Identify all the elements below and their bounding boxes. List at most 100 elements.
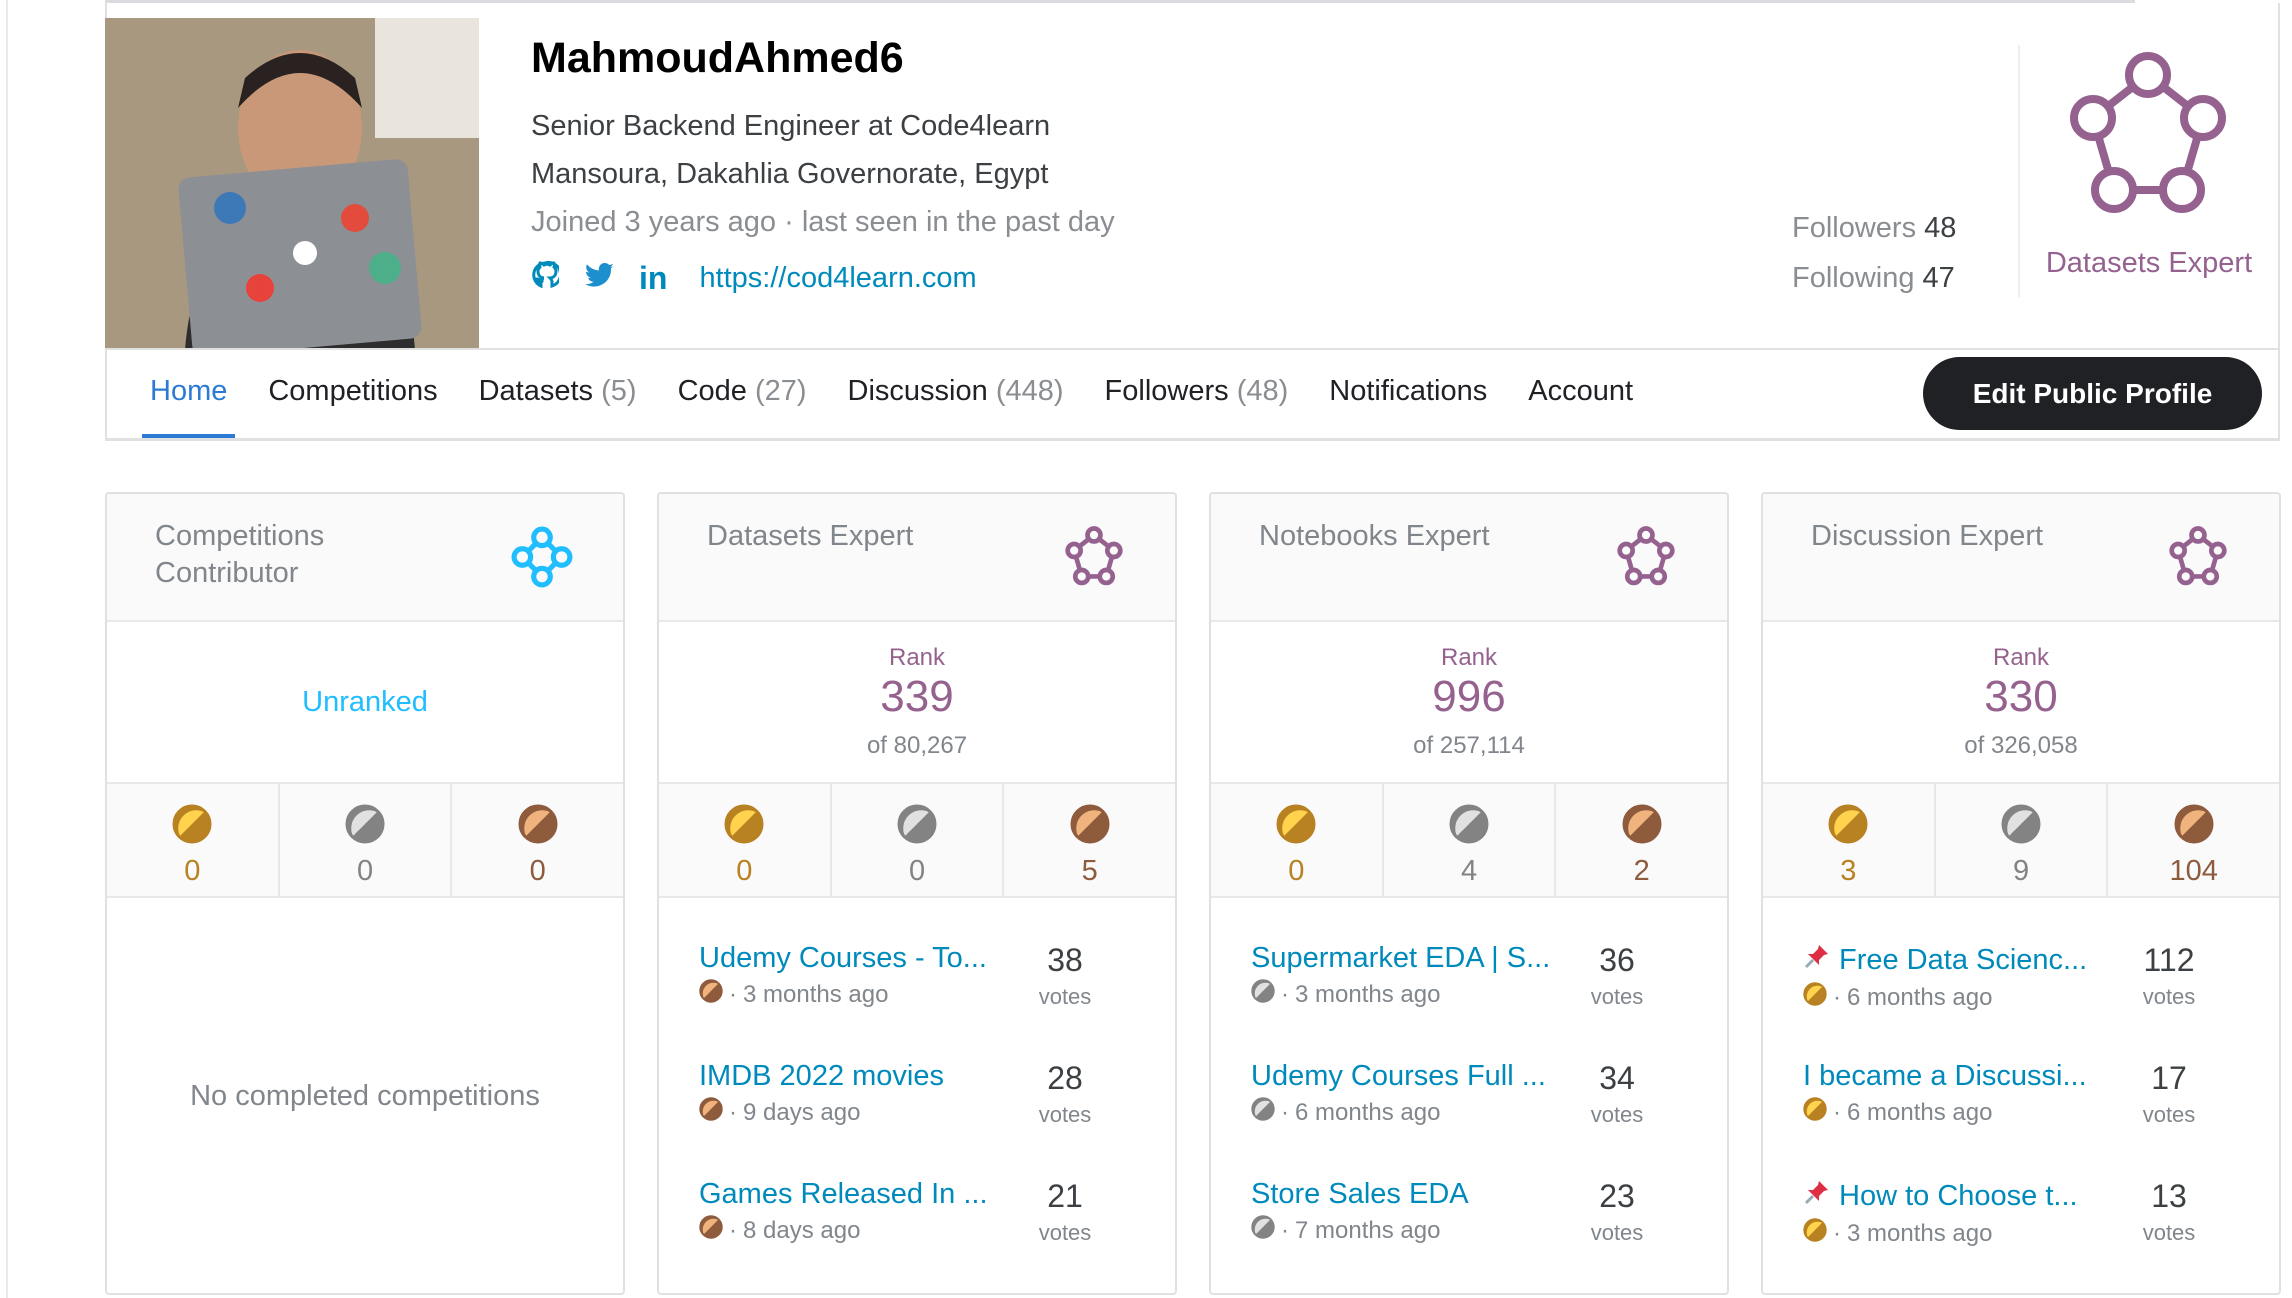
medal-counts: 3 9 104 xyxy=(1763,784,2279,898)
votes-label: votes xyxy=(1038,1220,1092,1245)
twitter-icon[interactable] xyxy=(585,262,615,294)
gold-medal-icon xyxy=(1828,804,1868,848)
gold-medals[interactable]: 0 xyxy=(659,784,832,896)
expert-tier-icon xyxy=(1063,526,1125,593)
following-count: 47 xyxy=(1922,262,1955,294)
website-link[interactable]: https://cod4learn.com xyxy=(699,262,976,295)
list-item: Free Data Scienc... · 6 months ago 112 vo… xyxy=(1803,942,2249,1012)
social-links: in https://cod4learn.com xyxy=(531,260,977,297)
item-separator: · xyxy=(729,1216,737,1244)
pin-icon xyxy=(1803,942,1831,978)
tab-label: Code xyxy=(677,375,747,407)
contributor-tier-icon xyxy=(511,526,573,593)
card-title[interactable]: Discussion Expert xyxy=(1811,518,2071,555)
item-separator: · xyxy=(1281,980,1289,1008)
item-title-link[interactable]: Games Released In ... xyxy=(699,1178,988,1211)
item-separator: · xyxy=(729,1098,737,1126)
gold-medal-count: 0 xyxy=(1288,855,1305,887)
page-edge-divider xyxy=(6,0,8,1298)
silver-medal-count: 9 xyxy=(2012,855,2030,887)
edit-public-profile-button[interactable]: Edit Public Profile xyxy=(1923,357,2262,430)
silver-medals[interactable]: 4 xyxy=(1384,784,1557,896)
votes-label: votes xyxy=(1038,984,1092,1009)
following-stat[interactable]: Following 47 xyxy=(1792,262,1955,295)
rank-section: Rank 996 of 257,114 xyxy=(1211,622,1727,784)
top-items-list: Udemy Courses - To... · 3 months ago 38 v… xyxy=(659,898,1175,1293)
item-title-link[interactable]: Supermarket EDA | S... xyxy=(1251,942,1550,975)
tab-label: Followers xyxy=(1104,375,1229,407)
profile-username: MahmoudAhmed6 xyxy=(531,34,904,82)
tab-label: Account xyxy=(1528,375,1634,407)
item-title-link[interactable]: Store Sales EDA xyxy=(1251,1178,1469,1211)
card-title[interactable]: Competitions Contributor xyxy=(155,518,415,592)
item-time: 6 months ago xyxy=(1847,983,1993,1011)
list-item: Games Released In ... · 8 days ago 21 vot… xyxy=(699,1178,1145,1248)
tab-followers[interactable]: Followers (48) xyxy=(1105,375,1289,408)
expert-tier-icon xyxy=(1615,526,1677,593)
silver-medal-count: 0 xyxy=(356,855,374,887)
silver-medal-icon xyxy=(1251,1097,1275,1128)
rank-value: 996 xyxy=(1432,672,1506,721)
silver-medal-icon xyxy=(1251,1215,1275,1246)
gold-medal-icon xyxy=(1803,1218,1827,1249)
tab-label: Notifications xyxy=(1329,375,1488,407)
gold-medals[interactable]: 0 xyxy=(1211,784,1384,896)
item-title-link[interactable]: I became a Discussi... xyxy=(1803,1060,2087,1093)
bronze-medal-icon xyxy=(699,1097,723,1128)
medal-counts: 0 4 2 xyxy=(1211,784,1727,898)
bronze-medals[interactable]: 2 xyxy=(1556,784,1727,896)
tab-datasets[interactable]: Datasets (5) xyxy=(479,375,637,408)
gold-medal-count: 0 xyxy=(736,855,753,887)
gold-medals[interactable]: 3 xyxy=(1763,784,1936,896)
item-title-link[interactable]: How to Choose t... xyxy=(1839,1180,2078,1213)
card-title[interactable]: Notebooks Expert xyxy=(1259,518,1519,555)
linkedin-icon[interactable]: in xyxy=(639,260,667,297)
item-time: 7 months ago xyxy=(1295,1216,1441,1244)
list-item: I became a Discussi... · 6 months ago 17 … xyxy=(1803,1060,2249,1130)
silver-medals[interactable]: 0 xyxy=(280,784,453,896)
silver-medals[interactable]: 9 xyxy=(1936,784,2109,896)
tab-competitions[interactable]: Competitions xyxy=(268,375,437,408)
tab-home[interactable]: Home xyxy=(141,375,236,438)
vote-count: 23 xyxy=(1599,1178,1635,1214)
tier-card-notebooks-expert: Notebooks Expert Rank 996 of 257,114 0 4 2 Sup… xyxy=(1209,492,1729,1295)
github-icon[interactable] xyxy=(531,261,562,296)
tab-code[interactable]: Code (27) xyxy=(678,375,807,408)
silver-medals[interactable]: 0 xyxy=(832,784,1005,896)
bronze-medals[interactable]: 104 xyxy=(2108,784,2279,896)
rank-section: Rank 339 of 80,267 xyxy=(659,622,1175,784)
item-title-link[interactable]: Udemy Courses - To... xyxy=(699,942,987,975)
list-item: Store Sales EDA · 7 months ago 23 votes xyxy=(1251,1178,1697,1248)
bronze-medals[interactable]: 0 xyxy=(452,784,623,896)
silver-medal-icon xyxy=(345,804,385,848)
gold-medal-count: 3 xyxy=(1840,855,1857,887)
profile-location: Mansoura, Dakahlia Governorate, Egypt xyxy=(531,158,1049,190)
medal-counts: 0 0 5 xyxy=(659,784,1175,898)
card-title[interactable]: Datasets Expert xyxy=(707,518,967,555)
item-title-link[interactable]: IMDB 2022 movies xyxy=(699,1060,944,1093)
bronze-medal-icon xyxy=(2174,804,2214,848)
item-time: 3 months ago xyxy=(1847,1219,1993,1247)
tier-card-discussion-expert: Discussion Expert Rank 330 of 326,058 3 9 104 … xyxy=(1761,492,2281,1295)
vote-count: 36 xyxy=(1599,942,1635,978)
tab-count: (48) xyxy=(1236,375,1289,407)
following-label: Following xyxy=(1792,262,1915,294)
profile-occupation: Senior Backend Engineer at Code4learn xyxy=(531,110,1051,142)
followers-stat[interactable]: Followers 48 xyxy=(1792,212,1956,245)
item-title-link[interactable]: Free Data Scienc... xyxy=(1839,944,2087,977)
item-title-link[interactable]: Udemy Courses Full ... xyxy=(1251,1060,1546,1093)
tab-account[interactable]: Account xyxy=(1528,375,1633,408)
vote-count: 13 xyxy=(2151,1178,2187,1214)
tier-card-datasets-expert: Datasets Expert Rank 339 of 80,267 0 0 5 Udemy… xyxy=(657,492,1177,1295)
list-item: Udemy Courses - To... · 3 months ago 38 v… xyxy=(699,942,1145,1012)
profile-tabs: Home Competitions Datasets (5) Code (27) Dis… xyxy=(141,375,1633,438)
gold-medals[interactable]: 0 xyxy=(107,784,280,896)
silver-medal-count: 4 xyxy=(1460,855,1478,887)
bronze-medals[interactable]: 5 xyxy=(1004,784,1175,896)
gold-medal-count: 0 xyxy=(184,855,201,887)
tab-notifications[interactable]: Notifications xyxy=(1329,375,1487,408)
tab-discussion[interactable]: Discussion (448) xyxy=(848,375,1064,408)
vote-count: 28 xyxy=(1047,1060,1083,1096)
votes-label: votes xyxy=(1590,1220,1644,1245)
bronze-medal-icon xyxy=(699,1215,723,1246)
